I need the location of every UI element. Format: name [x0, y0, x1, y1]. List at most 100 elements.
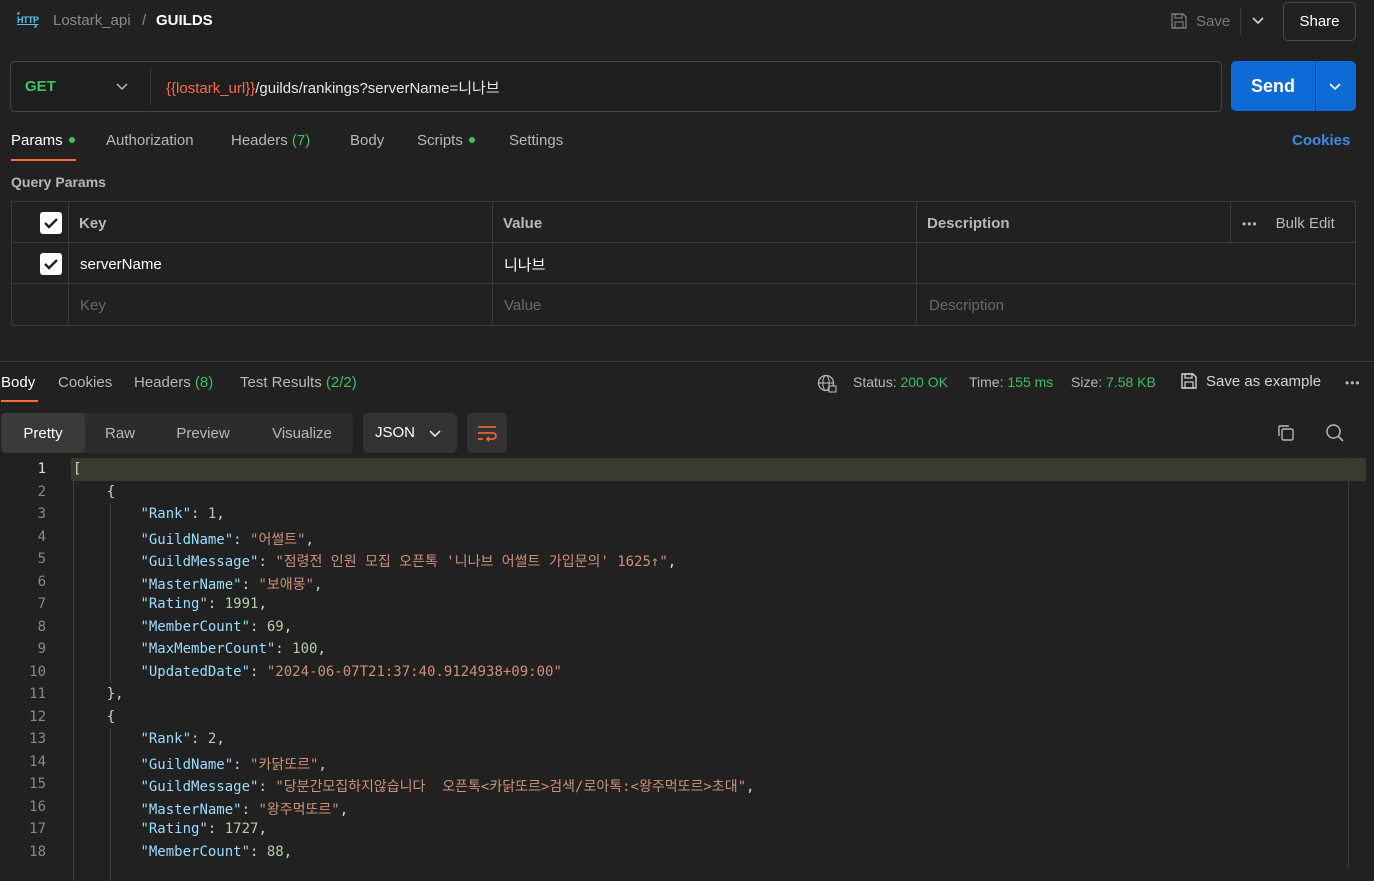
line-number: 4: [37, 528, 46, 545]
mode-visualize-button[interactable]: Visualize: [256, 413, 348, 453]
response-body-editor[interactable]: 1[2 {3 "Rank": 1, 4 "GuildName": "어썰트", 5 …: [0, 457, 1374, 881]
method-select[interactable]: GET: [25, 78, 56, 95]
code-text: {: [73, 483, 116, 500]
line-number: 6: [37, 573, 46, 590]
tab-body[interactable]: Body: [350, 132, 384, 149]
code-line: 5 "GuildMessage": "점령전 인원 모집 오픈톡 '니나브 어썰…: [0, 548, 1366, 571]
breadcrumb-collection[interactable]: Lostark_api: [53, 12, 131, 29]
chevron-down-icon[interactable]: [1328, 79, 1342, 93]
tab-params[interactable]: Params: [11, 132, 75, 149]
bulk-edit-label: Bulk Edit: [1275, 215, 1335, 232]
code-text: },: [73, 686, 124, 702]
mode-raw-button[interactable]: Raw: [89, 413, 151, 453]
indent-guide: [73, 480, 74, 881]
table-row: serverName 니나브: [12, 243, 1355, 284]
code-line: 9 "MaxMemberCount": 100,: [0, 638, 1366, 661]
view-mode-group: Pretty Raw Preview Visualize: [1, 413, 353, 453]
save-as-example-button[interactable]: Save as example: [1180, 372, 1321, 390]
request-header: HTTP Lostark_api / GUILDS Save Share: [0, 0, 1374, 44]
value-cell[interactable]: Value: [493, 284, 917, 325]
tab-headers[interactable]: Headers (7): [231, 132, 310, 149]
save-example-label: Save as example: [1206, 372, 1322, 390]
size-info[interactable]: Size: 7.58 KB: [1071, 374, 1156, 390]
chevron-down-icon[interactable]: [115, 79, 129, 93]
copy-icon[interactable]: [1276, 423, 1296, 443]
time-info[interactable]: Time: 155 ms: [969, 374, 1053, 390]
chevron-down-icon: [429, 430, 441, 438]
pane-divider[interactable]: [0, 361, 1374, 362]
indent-guide: [110, 728, 111, 881]
wrap-icon: [478, 426, 497, 442]
value-column-header: Value: [493, 202, 917, 243]
column-label: Description: [927, 215, 1010, 232]
active-tab-indicator: [1, 400, 38, 402]
code-line: 13 "Rank": 2,: [0, 728, 1366, 751]
header-divider: [1240, 8, 1241, 34]
row-checkbox[interactable]: [40, 253, 62, 275]
status-value: 200 OK: [900, 374, 948, 390]
tab-response-body[interactable]: Body: [1, 374, 35, 391]
query-params-title: Query Params: [11, 174, 106, 190]
code-text: "Rank": 1,: [140, 506, 225, 522]
code-text: "UpdatedDate": "2024-06-07T21:37:40.9124…: [140, 663, 562, 680]
search-icon[interactable]: [1325, 423, 1345, 443]
share-button[interactable]: Share: [1283, 2, 1356, 41]
param-value: 니나브: [504, 257, 546, 274]
tab-scripts[interactable]: Scripts: [417, 132, 475, 149]
status-label: Status:: [853, 374, 897, 390]
description-cell[interactable]: [917, 243, 1355, 284]
url-input[interactable]: {{lostark_url}}/guilds/rankings?serverNa…: [166, 77, 500, 98]
more-icon[interactable]: •••: [1242, 217, 1258, 231]
tab-label: Scripts: [417, 132, 463, 149]
language-select[interactable]: JSON: [363, 413, 457, 453]
tab-label: Headers: [231, 132, 288, 149]
mode-pretty-button[interactable]: Pretty: [1, 413, 85, 453]
code-line: 2 {: [0, 481, 1366, 504]
line-number: 1: [37, 461, 46, 477]
wrap-lines-button[interactable]: [467, 413, 507, 453]
tab-count: (7): [291, 132, 311, 149]
tab-response-headers[interactable]: Headers (8): [134, 374, 213, 391]
status-info[interactable]: Status: 200 OK: [853, 374, 948, 390]
line-number: 5: [37, 551, 46, 567]
select-all-checkbox[interactable]: [40, 212, 62, 234]
save-icon: [1181, 373, 1197, 389]
network-globe-icon[interactable]: [817, 374, 837, 394]
request-title[interactable]: GUILDS: [156, 12, 213, 29]
tab-label: Test Results: [240, 374, 322, 391]
scrollbar[interactable]: [1348, 457, 1349, 869]
key-cell[interactable]: Key: [69, 284, 493, 325]
send-button[interactable]: Send: [1231, 61, 1315, 111]
line-number: 3: [37, 506, 46, 522]
cookies-link[interactable]: Cookies: [1292, 132, 1350, 149]
checkbox-column: [12, 243, 69, 284]
tab-authorization[interactable]: Authorization: [106, 132, 194, 149]
code-text: "GuildName": "카닭또르",: [140, 756, 327, 773]
line-number: 7: [37, 596, 46, 612]
code-text: [: [73, 461, 82, 477]
key-placeholder: Key: [80, 297, 106, 314]
http-request-icon: HTTP: [17, 12, 39, 28]
save-label: Save: [1196, 12, 1231, 30]
bulk-edit-button[interactable]: ••• Bulk Edit: [1242, 215, 1335, 232]
key-column-header: Key: [69, 202, 493, 243]
code-line: 12 {: [0, 706, 1366, 729]
chevron-down-icon[interactable]: [1250, 12, 1266, 28]
code-line: 17 "Rating": 1727,: [0, 818, 1366, 841]
key-cell[interactable]: serverName: [69, 243, 493, 284]
tab-response-cookies[interactable]: Cookies: [58, 374, 112, 391]
tab-count: (2/2): [325, 374, 357, 391]
save-button[interactable]: Save: [1170, 9, 1230, 33]
value-cell[interactable]: 니나브: [493, 243, 917, 284]
line-number: 11: [29, 686, 46, 702]
tab-test-results[interactable]: Test Results (2/2): [240, 374, 357, 391]
tab-count: (8): [194, 374, 214, 391]
more-options-icon[interactable]: •••: [1345, 376, 1361, 390]
description-cell[interactable]: Description: [917, 284, 1355, 325]
code-text: "GuildMessage": "점령전 인원 모집 오픈톡 '니나브 어썰트 …: [140, 554, 677, 570]
line-number: 2: [37, 483, 46, 500]
column-label: Value: [503, 215, 543, 232]
tab-settings[interactable]: Settings: [509, 132, 563, 149]
mode-preview-button[interactable]: Preview: [161, 413, 245, 453]
line-number: 14: [29, 753, 46, 770]
